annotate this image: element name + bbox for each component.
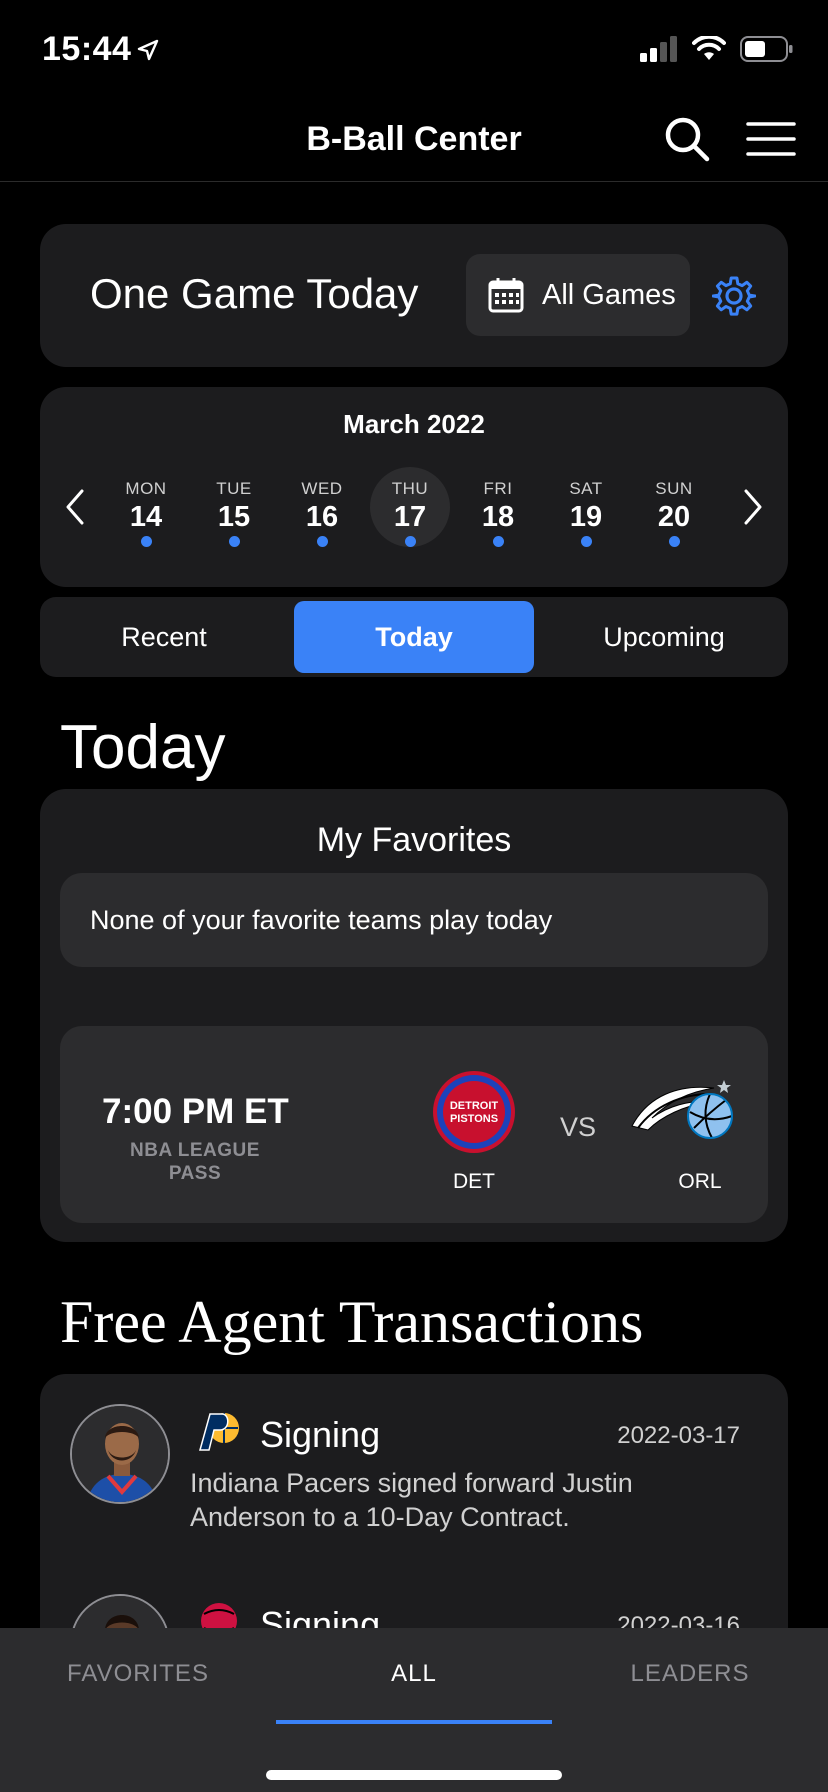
favorites-title: My Favorites: [316, 821, 512, 859]
home-team-abbr: DET: [453, 1170, 495, 1193]
cellular-signal-icon: [640, 36, 677, 62]
bottom-tab-bar: FAVORITES ALL LEADERS: [0, 1628, 828, 1792]
game-indicator-dot: [580, 536, 592, 547]
calendar-icon: [488, 278, 524, 313]
hamburger-menu-icon[interactable]: [746, 120, 796, 158]
today-games-card: My Favorites None of your favorite teams…: [40, 789, 788, 1242]
segment-recent[interactable]: Recent: [44, 601, 284, 673]
magic-logo-icon: [631, 1080, 733, 1139]
home-indicator[interactable]: [266, 1770, 562, 1780]
filter-label: All Games: [542, 278, 676, 311]
game-indicator-dot: [228, 536, 240, 547]
section-heading-today: Today: [60, 713, 226, 782]
calendar-day-sun[interactable]: SUN 20: [634, 467, 714, 547]
transaction-type: Signing: [260, 1414, 381, 1455]
time-segmented-control: Recent Today Upcoming: [40, 597, 788, 677]
search-icon[interactable]: [662, 114, 712, 164]
calendar-day-fri[interactable]: FRI 18: [458, 467, 538, 547]
broadcast-network: NBA LEAGUE PASS: [130, 1140, 260, 1184]
status-time: 15:44: [42, 30, 132, 68]
tab-leaders[interactable]: LEADERS: [552, 1660, 828, 1688]
chevron-right-icon[interactable]: [738, 487, 768, 527]
transaction-item[interactable]: Signing 2022-03-17 Indiana Pacers signed…: [40, 1374, 788, 1564]
games-summary-card: One Game Today All Games: [40, 224, 788, 367]
week-calendar: March 2022 MON 14 TUE 15 WED 16 THU 17 F…: [40, 387, 788, 587]
game-time: 7:00 PM ET: [102, 1092, 289, 1131]
section-heading-free-agent: Free Agent Transactions: [60, 1289, 644, 1355]
away-team-abbr: ORL: [678, 1170, 722, 1193]
game-indicator-dot: [668, 536, 680, 547]
favorites-empty-message: None of your favorite teams play today: [60, 873, 768, 967]
transaction-date: 2022-03-17: [617, 1422, 740, 1449]
tab-all[interactable]: ALL: [276, 1660, 552, 1688]
player-avatar: [70, 1404, 170, 1504]
pistons-logo-icon: DETROIT PISTONS: [433, 1071, 515, 1153]
versus-label: VS: [560, 1112, 597, 1142]
game-indicator-dot: [492, 536, 504, 547]
segment-upcoming[interactable]: Upcoming: [544, 601, 784, 673]
gear-icon[interactable]: [712, 274, 756, 318]
nav-bar: B-Ball Center: [0, 96, 828, 182]
calendar-day-wed[interactable]: WED 16: [282, 467, 362, 547]
game-indicator-dot: [140, 536, 152, 547]
active-tab-indicator: [276, 1720, 552, 1724]
games-count-title: One Game Today: [90, 270, 419, 317]
pacers-logo-icon: [199, 1413, 239, 1451]
status-bar: 15:44: [0, 0, 828, 96]
battery-icon: [740, 36, 793, 62]
calendar-month: March 2022: [343, 409, 485, 439]
transaction-description: Indiana Pacers signed forward Justin And…: [190, 1468, 633, 1532]
chevron-left-icon[interactable]: [60, 487, 90, 527]
location-arrow-icon: [137, 39, 159, 61]
wifi-icon: [692, 36, 726, 60]
game-indicator-dot: [316, 536, 328, 547]
segment-today[interactable]: Today: [294, 601, 534, 673]
svg-text:DETROIT: DETROIT: [450, 1100, 499, 1112]
game-row[interactable]: 7:00 PM ET NBA LEAGUE PASS DETROIT PISTO…: [60, 1026, 768, 1223]
all-games-filter-button[interactable]: All Games: [466, 254, 690, 336]
calendar-day-sat[interactable]: SAT 19: [546, 467, 626, 547]
calendar-day-thu-selected[interactable]: THU 17: [370, 467, 450, 547]
calendar-day-mon[interactable]: MON 14: [106, 467, 186, 547]
calendar-day-tue[interactable]: TUE 15: [194, 467, 274, 547]
svg-text:PISTONS: PISTONS: [450, 1113, 498, 1125]
game-indicator-dot: [404, 536, 416, 547]
tab-favorites[interactable]: FAVORITES: [0, 1660, 276, 1688]
